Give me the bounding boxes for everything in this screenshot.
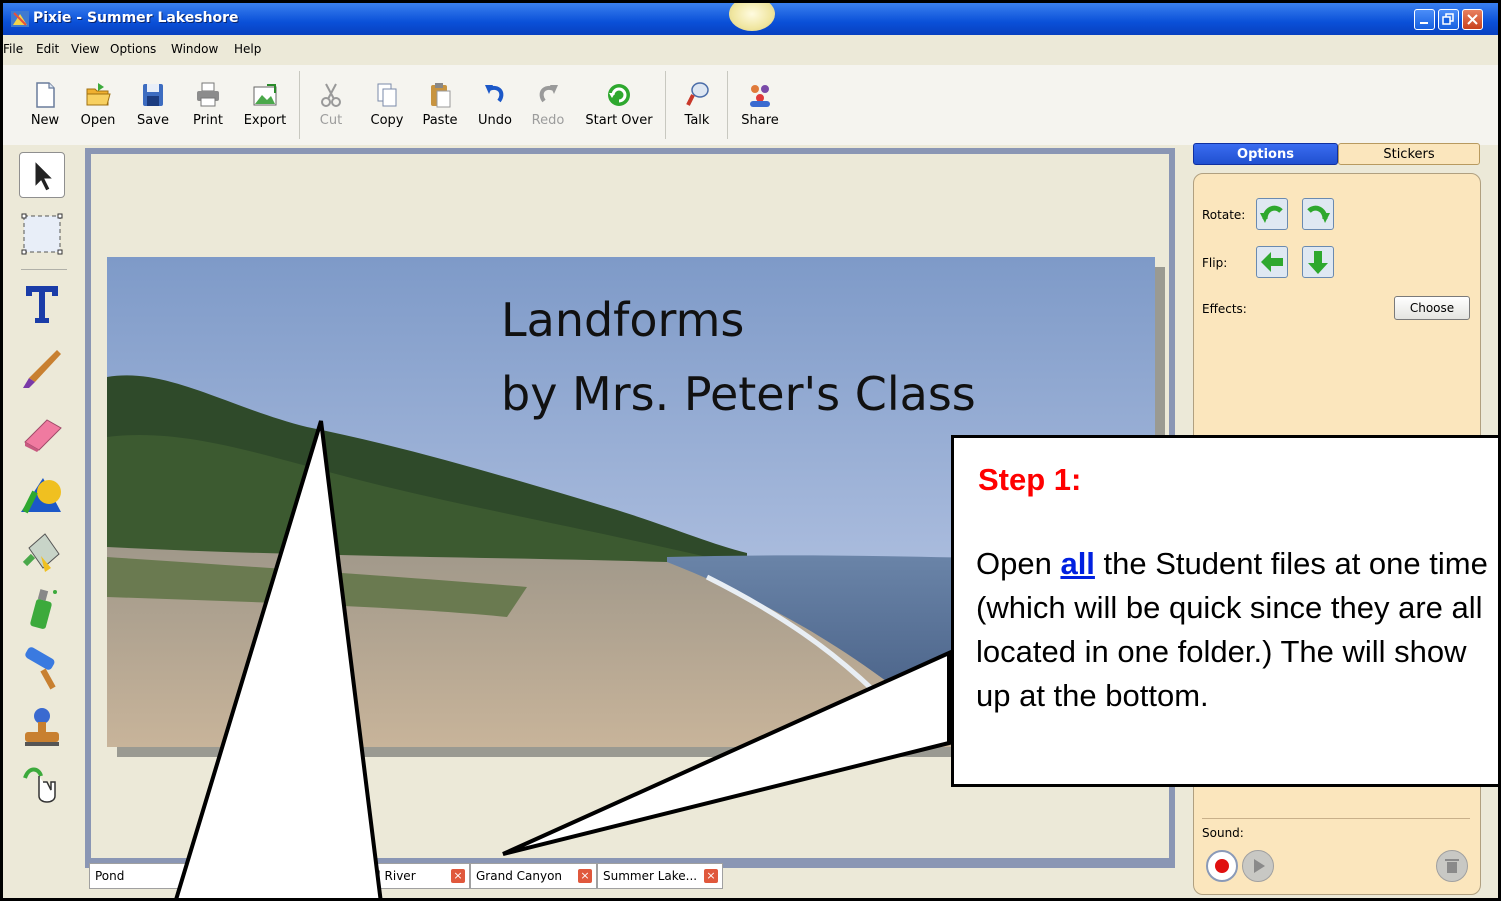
step-body-emphasis: all [1060,546,1095,581]
left-callout-pointer [174,420,383,898]
instruction-callout: Step 1: Open all the Student files at on… [951,435,1498,787]
step-title: Step 1: [978,462,1082,497]
step-body: Open all the Student files at one time (… [976,542,1496,718]
step-body-start: Open [976,546,1061,581]
callout-pointer [502,649,951,856]
app-window: Pixie - Summer Lakeshore File Edit View … [3,3,1498,898]
